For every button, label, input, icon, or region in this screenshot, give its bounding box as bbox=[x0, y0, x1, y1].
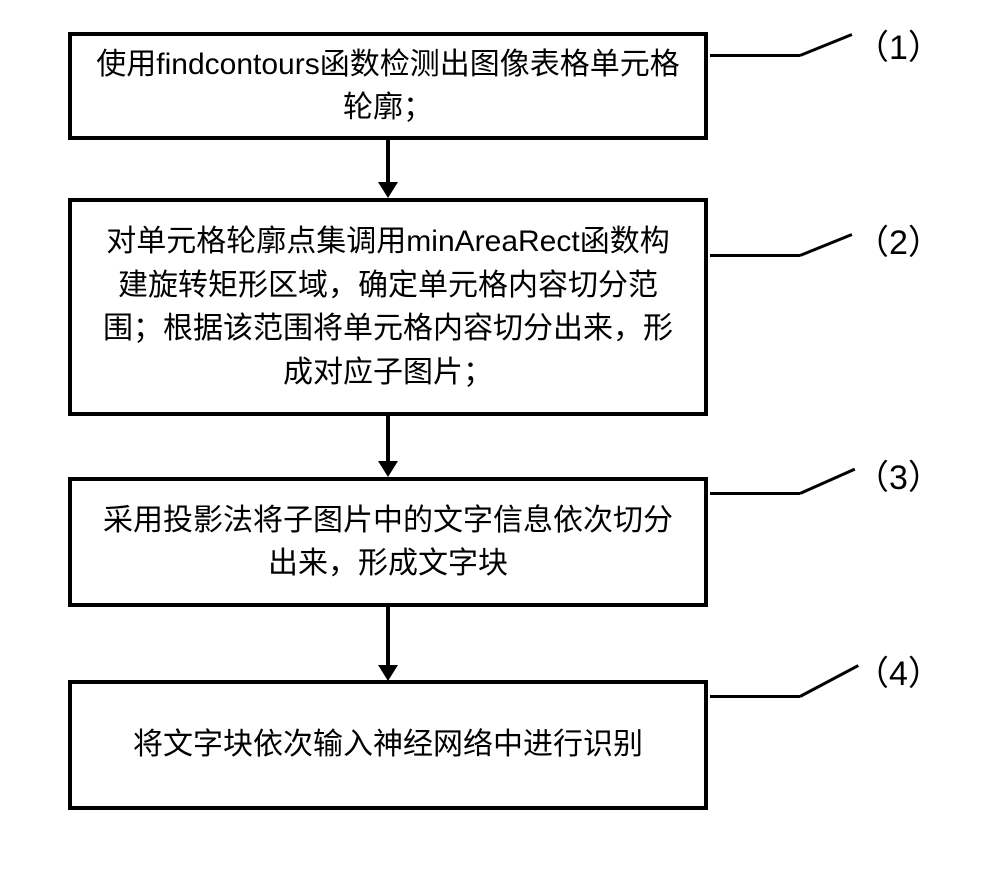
step-box-1: 使用findcontours函数检测出图像表格单元格轮廓； bbox=[68, 32, 708, 140]
step-label-1: （1） bbox=[855, 20, 942, 69]
arrow-head-icon bbox=[378, 182, 398, 198]
step-label-4: （4） bbox=[855, 646, 942, 695]
arrow-head-icon bbox=[378, 665, 398, 681]
arrow-line bbox=[386, 607, 390, 665]
label-connector-4-d bbox=[799, 664, 859, 698]
label-connector-4-h bbox=[710, 695, 800, 698]
label-connector-2-d bbox=[799, 233, 852, 257]
step-text-3: 采用投影法将子图片中的文字信息依次切分出来，形成文字块 bbox=[92, 499, 684, 586]
flowchart-canvas: 使用findcontours函数检测出图像表格单元格轮廓； （1） 对单元格轮廓… bbox=[0, 0, 1000, 882]
step-label-2: （2） bbox=[855, 215, 942, 264]
step-text-2: 对单元格轮廓点集调用minAreaRect函数构建旋转矩形区域，确定单元格内容切… bbox=[92, 220, 684, 394]
label-connector-3-h bbox=[710, 492, 800, 495]
step-text-4: 将文字块依次输入神经网络中进行识别 bbox=[133, 723, 643, 767]
arrow-line bbox=[386, 416, 390, 461]
step-text-1: 使用findcontours函数检测出图像表格单元格轮廓； bbox=[92, 43, 684, 130]
arrow-line bbox=[386, 140, 390, 182]
step-box-3: 采用投影法将子图片中的文字信息依次切分出来，形成文字块 bbox=[68, 477, 708, 607]
label-connector-3-d bbox=[799, 468, 855, 495]
step-box-2: 对单元格轮廓点集调用minAreaRect函数构建旋转矩形区域，确定单元格内容切… bbox=[68, 198, 708, 416]
arrow-head-icon bbox=[378, 461, 398, 477]
label-connector-1-d bbox=[799, 33, 852, 57]
step-box-4: 将文字块依次输入神经网络中进行识别 bbox=[68, 680, 708, 810]
step-label-3: （3） bbox=[855, 450, 942, 499]
label-connector-1-h bbox=[710, 54, 800, 57]
label-connector-2-h bbox=[710, 254, 800, 257]
